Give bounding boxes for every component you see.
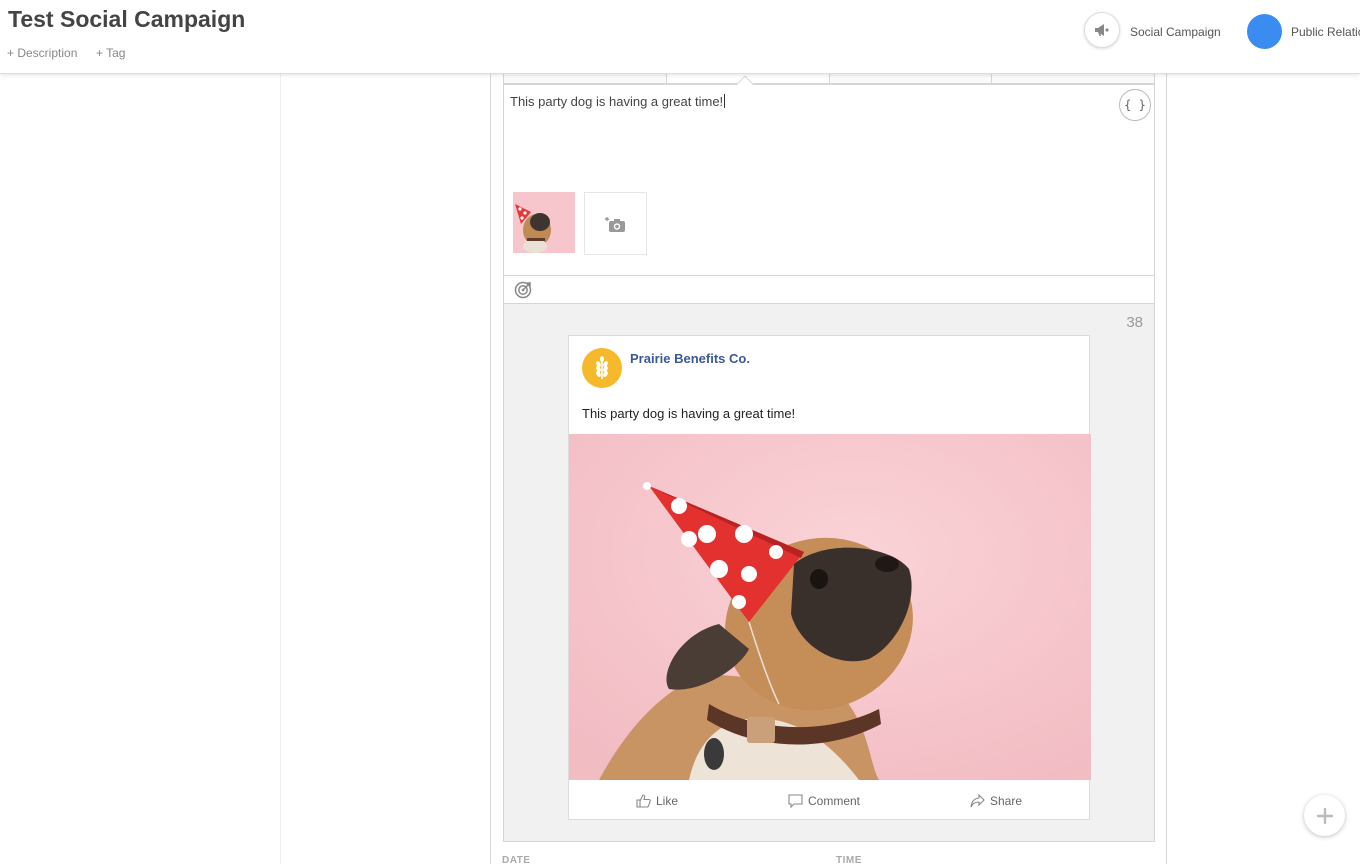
add-tag-link[interactable]: + Tag (96, 46, 125, 60)
post-actions-bar: Like Comment Share (569, 780, 1091, 820)
team-avatar[interactable] (1247, 14, 1282, 49)
targeting-row (503, 276, 1155, 304)
date-label: DATE (502, 855, 531, 866)
campaign-type-label: Social Campaign (1130, 25, 1221, 39)
campaign-type-badge[interactable] (1084, 12, 1120, 48)
wheat-icon (596, 356, 608, 379)
add-media-button[interactable] (584, 192, 647, 255)
facebook-post-preview: Prairie Benefits Co. This party dog is h… (568, 335, 1091, 820)
column-divider (280, 74, 281, 864)
add-description-link[interactable]: + Description (7, 46, 77, 60)
thumbs-up-icon (636, 794, 651, 808)
page-avatar (582, 348, 622, 388)
network-tab-1[interactable] (504, 74, 667, 83)
share-button[interactable]: Share (970, 794, 1022, 808)
post-text-input[interactable]: This party dog is having a great time! (510, 94, 726, 109)
page-header: Test Social Campaign + Description + Tag… (0, 0, 1360, 74)
share-icon (970, 794, 985, 808)
page-name-link[interactable]: Prairie Benefits Co. (630, 351, 750, 366)
team-label: Public Relations (1291, 25, 1360, 39)
post-preview-panel: 38 Prairie Benefits Co. This party dog i… (503, 304, 1155, 842)
network-tabs (503, 74, 1155, 84)
time-label: TIME (836, 855, 862, 866)
network-tab-3[interactable] (830, 74, 993, 83)
comment-button[interactable]: Comment (788, 794, 860, 808)
party-dog-photo (569, 434, 1091, 780)
character-count: 38 (1126, 314, 1143, 331)
network-tab-4[interactable] (992, 74, 1154, 83)
megaphone-icon (1095, 24, 1109, 36)
like-button[interactable]: Like (636, 794, 678, 808)
post-image-preview (569, 434, 1091, 780)
page-title: Test Social Campaign (8, 6, 246, 32)
plus-icon (1316, 807, 1333, 824)
target-icon[interactable] (513, 280, 533, 300)
post-composer[interactable]: This party dog is having a great time! {… (503, 84, 1155, 276)
dog-photo-thumbnail (513, 192, 575, 253)
post-text-preview: This party dog is having a great time! (582, 406, 796, 421)
add-button[interactable] (1304, 795, 1345, 836)
insert-variable-button[interactable]: { } (1119, 89, 1151, 121)
add-photo-icon (604, 216, 625, 232)
comment-icon (788, 794, 803, 808)
attached-image-thumbnail[interactable] (513, 192, 575, 253)
